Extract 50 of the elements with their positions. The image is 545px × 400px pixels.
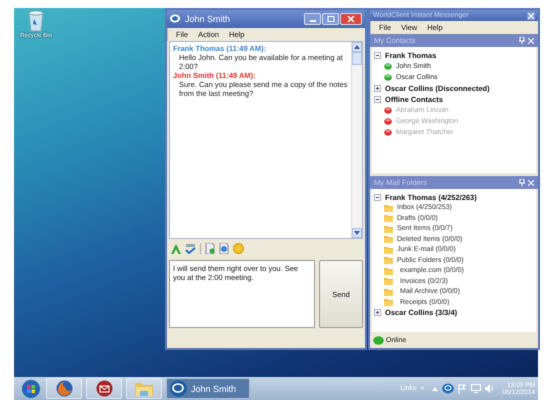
font-icon[interactable] bbox=[171, 244, 181, 254]
window-title: John Smith bbox=[185, 14, 232, 24]
close-icon[interactable] bbox=[528, 180, 534, 186]
speaker-icon[interactable] bbox=[485, 384, 494, 393]
collapse-icon[interactable] bbox=[374, 96, 381, 102]
folder-icon bbox=[135, 381, 153, 396]
folder-icon bbox=[384, 235, 393, 243]
folder-icon bbox=[384, 204, 393, 212]
chat-bubbles-icon bbox=[170, 14, 181, 24]
pin-icon[interactable] bbox=[519, 37, 525, 44]
collapse-icon[interactable] bbox=[374, 194, 381, 200]
up-arrow-icon[interactable] bbox=[354, 45, 360, 49]
chat-bubbles-icon bbox=[170, 380, 188, 397]
smiley-icon[interactable] bbox=[233, 243, 244, 254]
expand-icon[interactable] bbox=[374, 84, 381, 92]
pin-icon[interactable] bbox=[519, 179, 525, 186]
folder-icon bbox=[384, 298, 393, 306]
trash-bin-icon[interactable] bbox=[27, 10, 45, 32]
folder-icon bbox=[384, 288, 393, 296]
envelope-icon bbox=[96, 380, 112, 397]
spell-check-icon[interactable] bbox=[185, 244, 196, 254]
image-icon[interactable] bbox=[219, 243, 229, 254]
file-add-icon[interactable] bbox=[205, 243, 215, 254]
maximize-icon bbox=[326, 16, 334, 22]
expand-icon[interactable] bbox=[374, 309, 381, 316]
folder-icon bbox=[384, 277, 393, 285]
folder-icon bbox=[384, 246, 393, 254]
collapse-icon[interactable] bbox=[374, 52, 381, 58]
chat-bubbles-icon[interactable] bbox=[442, 383, 454, 394]
folder-icon bbox=[384, 266, 393, 274]
folder-icon bbox=[384, 224, 393, 232]
online-status-icon[interactable] bbox=[373, 336, 384, 344]
scrollbar[interactable] bbox=[351, 42, 362, 238]
close-icon[interactable] bbox=[528, 38, 534, 44]
taskbar-button[interactable] bbox=[86, 378, 122, 399]
close-button[interactable] bbox=[340, 13, 362, 25]
minimize-button[interactable] bbox=[304, 13, 321, 25]
folder-icon bbox=[384, 256, 393, 264]
globe-icon bbox=[56, 380, 72, 397]
close-icon bbox=[347, 16, 355, 22]
network-icon[interactable] bbox=[471, 384, 482, 393]
taskbar-button[interactable]: John Smith bbox=[166, 378, 250, 399]
scrollbar-thumb[interactable] bbox=[352, 52, 362, 65]
start-button[interactable] bbox=[20, 378, 42, 398]
maximize-button[interactable] bbox=[322, 13, 339, 25]
show-hidden-icons-icon[interactable] bbox=[432, 386, 438, 390]
down-arrow-icon[interactable] bbox=[354, 231, 360, 235]
folder-icon bbox=[384, 214, 393, 222]
taskbar-button[interactable] bbox=[46, 378, 82, 399]
flag-icon[interactable] bbox=[458, 384, 468, 394]
